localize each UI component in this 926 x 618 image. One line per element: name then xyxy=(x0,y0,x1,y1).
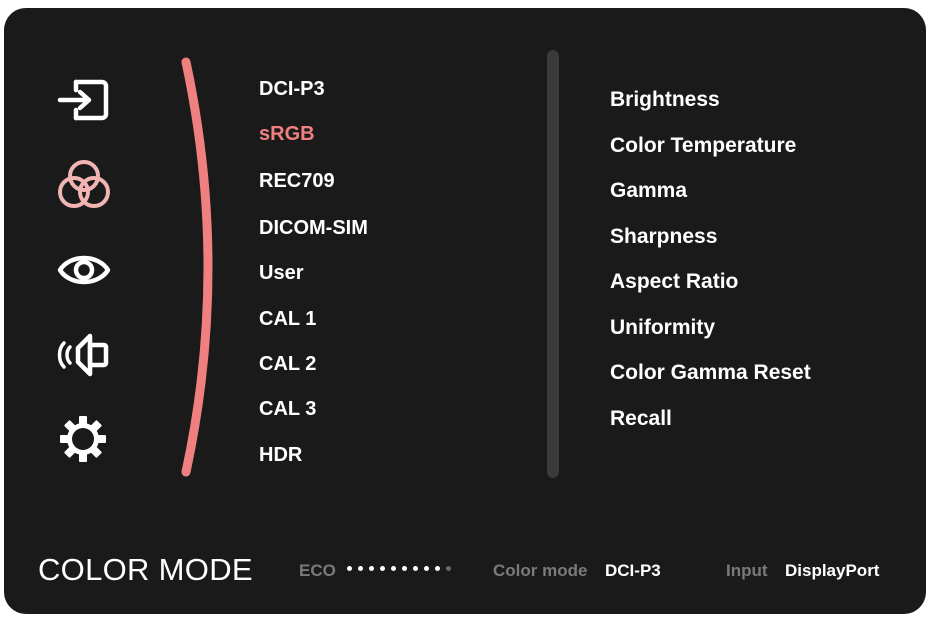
setting-color-temperature[interactable]: Color Temperature xyxy=(610,134,796,158)
setting-gamma[interactable]: Gamma xyxy=(610,179,687,203)
scrollbar[interactable] xyxy=(547,50,559,478)
setting-uniformity[interactable]: Uniformity xyxy=(610,316,715,340)
color-mode-item-cal-2[interactable]: CAL 2 xyxy=(259,353,316,376)
color-mode-item-cal-3[interactable]: CAL 3 xyxy=(259,398,316,421)
color-mode-item-dicom-sim[interactable]: DICOM-SIM xyxy=(259,217,368,240)
color-mode-label: Color mode xyxy=(493,561,588,580)
eco-dot xyxy=(347,566,352,571)
eco-dot xyxy=(380,566,385,571)
eco-dot xyxy=(424,566,429,571)
setting-sharpness[interactable]: Sharpness xyxy=(610,225,717,249)
color-mode-item-user[interactable]: User xyxy=(259,262,303,285)
color-mode-item-hdr[interactable]: HDR xyxy=(259,444,302,467)
selection-arc xyxy=(181,57,213,477)
setting-brightness[interactable]: Brightness xyxy=(610,88,720,112)
eco-dot xyxy=(413,566,418,571)
osd-panel: DCI-P3 sRGB REC709 DICOM-SIM User CAL 1 … xyxy=(4,8,926,614)
eco-dot xyxy=(369,566,374,571)
eco-label: ECO xyxy=(299,561,336,580)
input-value: DisplayPort xyxy=(785,561,880,580)
color-mode-item-srgb[interactable]: sRGB xyxy=(259,123,315,146)
color-mode-item-cal-1[interactable]: CAL 1 xyxy=(259,308,316,331)
setting-recall[interactable]: Recall xyxy=(610,407,672,431)
page-title: COLOR MODE xyxy=(38,552,253,587)
eco-level-indicator xyxy=(347,566,451,571)
eco-dot xyxy=(402,566,407,571)
color-mode-item-rec709[interactable]: REC709 xyxy=(259,170,335,193)
input-label: Input xyxy=(726,561,768,580)
eco-dot xyxy=(446,566,451,571)
eco-dot xyxy=(435,566,440,571)
eco-dot xyxy=(391,566,396,571)
color-mode-value: DCI-P3 xyxy=(605,561,661,580)
color-mode-item-dci-p3[interactable]: DCI-P3 xyxy=(259,78,325,101)
setting-aspect-ratio[interactable]: Aspect Ratio xyxy=(610,270,738,294)
eco-dot xyxy=(358,566,363,571)
setting-color-gamma-reset[interactable]: Color Gamma Reset xyxy=(610,361,811,385)
